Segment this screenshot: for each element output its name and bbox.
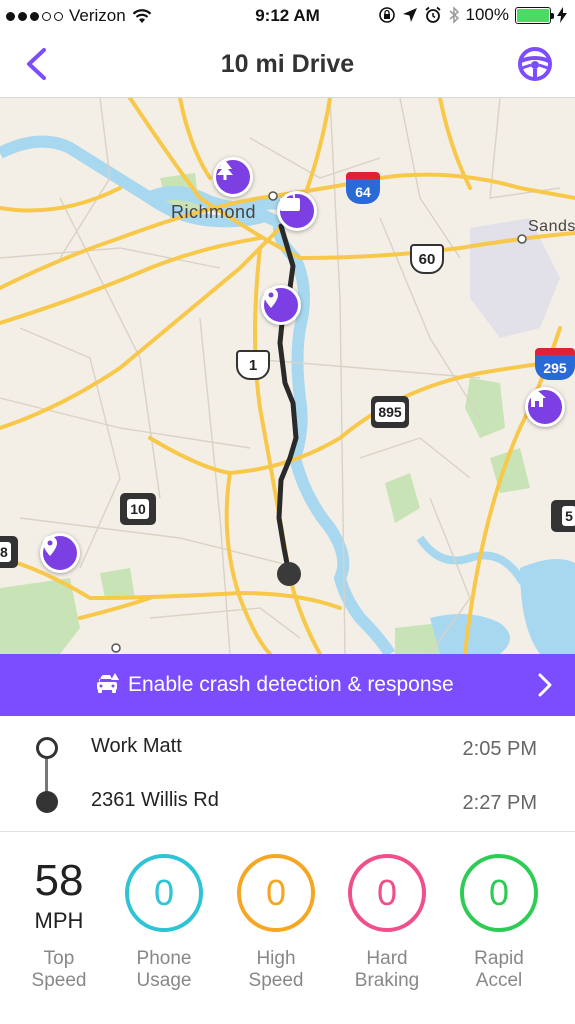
state-route-partial-left-label: 88 xyxy=(0,542,11,562)
chevron-right-icon xyxy=(538,673,552,697)
driving-stats: 58 MPH Top Speed 0 Phone Usage 0 High Sp… xyxy=(0,832,575,1024)
interstate-295-shield: 295 xyxy=(535,348,575,380)
car-alert-icon xyxy=(97,673,119,693)
map-city-label: Richmond xyxy=(171,202,257,222)
map-town-label: Sands xyxy=(528,218,575,235)
status-right: 100% xyxy=(378,5,567,25)
us-route-1-shield: 1 xyxy=(236,350,270,380)
state-route-895-shield: 895 xyxy=(371,396,409,428)
map-pin-park[interactable] xyxy=(213,157,253,197)
briefcase-icon xyxy=(280,194,300,211)
drive-mode-button[interactable] xyxy=(517,46,553,82)
high-speed-count[interactable]: 0 xyxy=(237,854,315,932)
navigation-bar: 10 mi Drive xyxy=(0,32,575,98)
alarm-icon xyxy=(424,6,441,23)
trip-details: Work Matt 2:05 PM 2361 Willis Rd 2:27 PM xyxy=(0,716,575,832)
map-canvas xyxy=(0,98,575,654)
rapid-accel-label: Rapid Accel xyxy=(474,948,524,991)
location-icon xyxy=(264,288,278,308)
map-pin-location-2[interactable] xyxy=(40,533,80,573)
map-pin-location-1[interactable] xyxy=(261,285,301,325)
hard-braking-label: Hard Braking xyxy=(354,948,420,991)
home-icon xyxy=(528,390,546,407)
us-route-60-shield: 60 xyxy=(410,244,444,274)
state-route-10-shield: 10 xyxy=(120,493,156,525)
battery-icon xyxy=(515,6,554,24)
tree-icon xyxy=(217,160,233,180)
high-speed-label: High Speed xyxy=(248,948,304,991)
hard-braking-count[interactable]: 0 xyxy=(348,854,426,932)
location-icon xyxy=(43,536,57,556)
map-pin-work[interactable] xyxy=(277,191,317,231)
rapid-accel-count[interactable]: 0 xyxy=(460,854,538,932)
steering-wheel-icon xyxy=(518,47,552,81)
interstate-64-shield: 64 xyxy=(346,172,380,204)
trip-map[interactable]: Richmond Sands 64 295 60 1 895 10 88 5 xyxy=(0,98,575,654)
battery-fill xyxy=(517,8,549,22)
top-speed-label: Top Speed xyxy=(31,948,87,991)
bluetooth-icon xyxy=(449,6,459,24)
map-pin-home[interactable] xyxy=(525,387,565,427)
phone-usage-count[interactable]: 0 xyxy=(125,854,203,932)
state-route-10-label: 10 xyxy=(127,499,149,519)
top-speed-value: 58 xyxy=(34,856,84,905)
state-route-partial-right-label: 5 xyxy=(562,506,575,526)
state-route-895-label: 895 xyxy=(375,402,405,422)
charging-bolt-icon xyxy=(557,7,567,23)
crash-detection-label: Enable crash detection & response xyxy=(128,673,454,696)
battery-percent: 100% xyxy=(465,5,509,24)
status-bar: Verizon 9:12 AM 100% xyxy=(0,0,575,32)
trip-end-time: 2:27 PM xyxy=(462,792,537,814)
trip-end-marker-icon xyxy=(36,791,58,813)
crash-detection-banner[interactable]: Enable crash detection & response xyxy=(0,654,575,716)
top-speed-unit: MPH xyxy=(34,908,84,933)
phone-usage-label: Phone Usage xyxy=(136,948,192,991)
rotation-lock-icon xyxy=(378,7,395,23)
page-title: 10 mi Drive xyxy=(220,50,355,78)
location-arrow-icon xyxy=(402,8,417,22)
trip-start-time: 2:05 PM xyxy=(462,738,537,760)
state-route-partial-right-shield: 5 xyxy=(551,500,575,532)
trip-end-name: 2361 Willis Rd xyxy=(91,789,219,811)
trip-start-name: Work Matt xyxy=(91,735,182,757)
state-route-partial-left-shield: 88 xyxy=(0,536,18,568)
trip-start-marker-icon xyxy=(36,737,58,759)
